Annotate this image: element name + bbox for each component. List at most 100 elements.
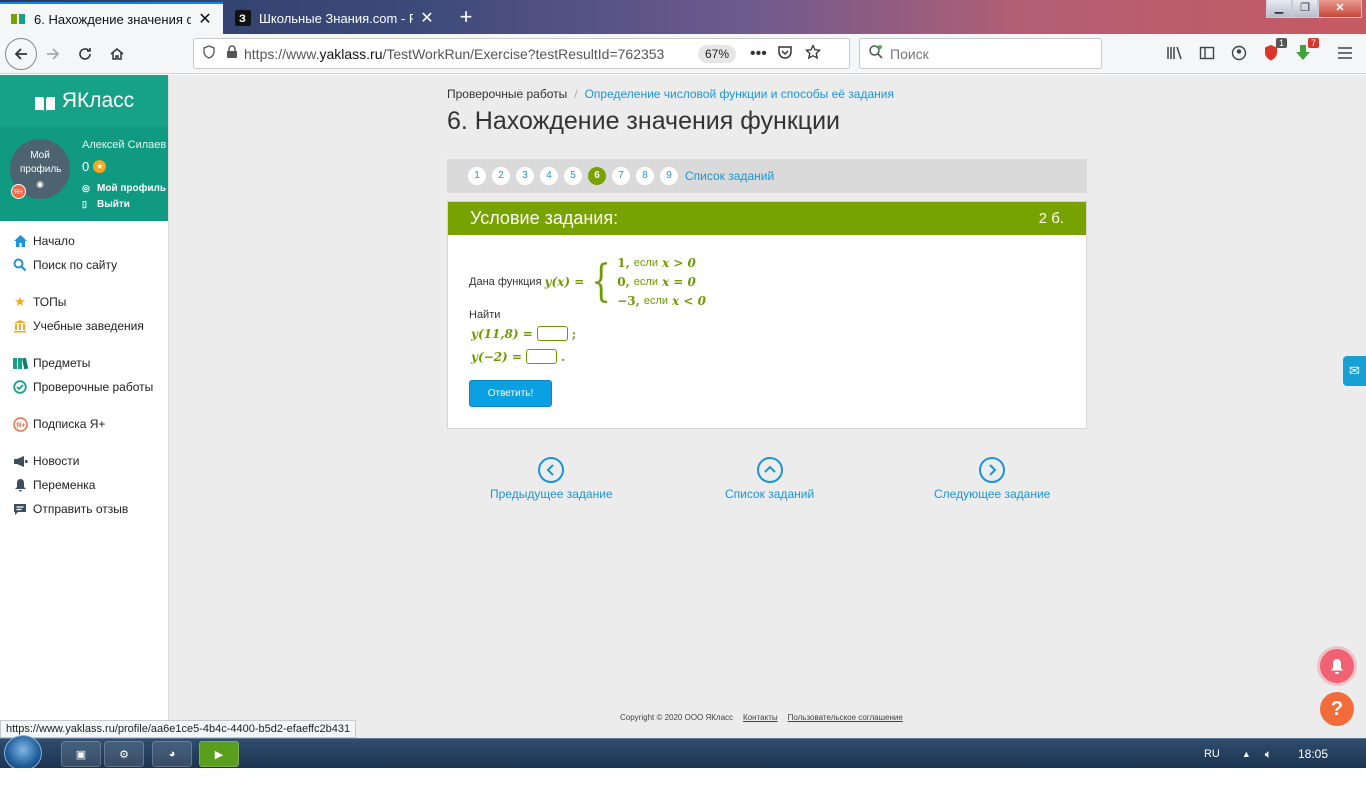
page-number-active[interactable]: 6 bbox=[588, 167, 606, 185]
notification-bell-icon[interactable] bbox=[1320, 649, 1354, 683]
page-number[interactable]: 1 bbox=[468, 167, 486, 185]
home-icon bbox=[12, 233, 28, 249]
logout-link[interactable]: ▯ Выйти bbox=[82, 199, 130, 210]
minimize-icon[interactable]: ▁ bbox=[1266, 0, 1292, 18]
breadcrumb: Проверочные работы / Определение числово… bbox=[447, 87, 1087, 101]
user-points: 0 ★ bbox=[82, 159, 107, 174]
breadcrumb-root[interactable]: Проверочные работы bbox=[447, 87, 567, 101]
tab-yaklass[interactable]: 6. Нахождение значения функ ✕ bbox=[0, 2, 223, 34]
task-pager: 1 2 3 4 5 6 7 8 9 Список заданий bbox=[447, 159, 1087, 193]
lock-icon[interactable] bbox=[226, 45, 238, 62]
task-navigation: Предыдущее задание Список заданий Следую… bbox=[447, 457, 1087, 507]
submit-answer-button[interactable]: Ответить! bbox=[469, 380, 552, 407]
next-task-label: Следующее задание bbox=[934, 487, 1051, 501]
yaplus-mini-badge: Я+ bbox=[11, 184, 26, 199]
more-dots-icon[interactable]: ••• bbox=[750, 45, 767, 63]
help-question-icon[interactable]: ? bbox=[1320, 692, 1354, 726]
chevron-up-icon bbox=[756, 457, 783, 483]
back-arrow-icon[interactable] bbox=[5, 38, 37, 70]
discord-icon[interactable]: ◕ bbox=[152, 741, 192, 767]
question-expression: y(11,8) = bbox=[471, 326, 533, 341]
reload-icon[interactable] bbox=[70, 39, 100, 69]
shield-extension-icon[interactable]: 1 bbox=[1261, 38, 1287, 64]
sidebar-item-tests[interactable]: Проверочные работы bbox=[0, 375, 168, 399]
status-bar-url: https://www.yaklass.ru/profile/aa6e1ce5-… bbox=[0, 720, 357, 738]
home-icon[interactable] bbox=[102, 39, 132, 69]
search-bar[interactable]: Поиск bbox=[859, 38, 1102, 69]
answer-input-1[interactable] bbox=[536, 326, 568, 341]
library-icon[interactable] bbox=[1165, 42, 1185, 64]
shield-info-icon[interactable] bbox=[202, 45, 216, 62]
language-indicator[interactable]: RU bbox=[1204, 748, 1220, 760]
my-profile-label: Мой профиль bbox=[97, 183, 167, 194]
sidebar-item-break[interactable]: Переменка bbox=[0, 473, 168, 497]
maximize-icon[interactable]: ❐ bbox=[1292, 0, 1318, 18]
sidebar-item-subjects[interactable]: Предметы bbox=[0, 351, 168, 375]
sidebar-item-institutions[interactable]: Учебные заведения bbox=[0, 314, 168, 338]
page-number[interactable]: 8 bbox=[636, 167, 654, 185]
windows-start-icon[interactable] bbox=[4, 735, 42, 771]
sidebar-toggle-icon[interactable] bbox=[1197, 42, 1217, 64]
page-number[interactable]: 7 bbox=[612, 167, 630, 185]
hamburger-menu-icon[interactable] bbox=[1335, 42, 1355, 64]
page-number[interactable]: 3 bbox=[516, 167, 534, 185]
task-list-label: Список заданий bbox=[725, 487, 815, 501]
my-profile-link[interactable]: ◎ Мой профиль bbox=[82, 183, 166, 194]
page-number[interactable]: 5 bbox=[564, 167, 582, 185]
sidebar-item-news[interactable]: Новости bbox=[0, 449, 168, 473]
shield-badge: 1 bbox=[1275, 38, 1287, 48]
app-window-icon[interactable]: ▣ bbox=[61, 741, 101, 767]
zoom-indicator[interactable]: 67% bbox=[698, 44, 737, 63]
breadcrumb-current[interactable]: Определение числовой функции и способы е… bbox=[585, 87, 894, 101]
screen-bottom-area bbox=[0, 768, 1366, 800]
answer-row-2: y(−2) = . bbox=[471, 349, 565, 364]
agreement-link[interactable]: Пользовательское соглашение bbox=[788, 713, 903, 722]
next-task-link[interactable]: Следующее задание bbox=[934, 457, 1050, 501]
sidebar-item-search[interactable]: Поиск по сайту bbox=[0, 253, 168, 277]
window-close-icon[interactable]: ✕ bbox=[1318, 0, 1362, 18]
answer-input-2[interactable] bbox=[525, 349, 557, 364]
chevron-right-icon bbox=[979, 457, 1006, 483]
star-icon: ★ bbox=[14, 294, 26, 309]
page-number[interactable]: 9 bbox=[660, 167, 678, 185]
tray-expand-icon[interactable]: ▲ bbox=[1242, 749, 1251, 759]
logout-label: Выйти bbox=[97, 199, 130, 210]
bookmark-star-icon[interactable] bbox=[804, 43, 821, 63]
function-name: y(x) = bbox=[544, 275, 585, 289]
books-icon bbox=[12, 355, 28, 371]
url-bar[interactable]: https://www.yaklass.ru/TestWorkRun/Exerc… bbox=[193, 38, 850, 69]
contacts-link[interactable]: Контакты bbox=[743, 713, 778, 722]
question-end: ; bbox=[571, 326, 577, 341]
mail-icon[interactable]: ✉ bbox=[1343, 356, 1366, 386]
account-icon[interactable] bbox=[1229, 42, 1249, 64]
logo-text: ЯКласс bbox=[61, 89, 135, 112]
sidebar-item-feedback[interactable]: Отправить отзыв bbox=[0, 497, 168, 521]
nvidia-icon[interactable]: ▶ bbox=[199, 741, 239, 767]
pocket-icon[interactable] bbox=[777, 44, 793, 63]
close-icon[interactable]: ✕ bbox=[419, 8, 435, 28]
search-icon bbox=[868, 44, 884, 63]
institution-icon bbox=[12, 318, 28, 334]
close-icon[interactable]: ✕ bbox=[197, 9, 213, 29]
sidebar-item-tops[interactable]: ★ ТОПы bbox=[0, 290, 168, 314]
sidebar-item-subscription[interactable]: Я+ Подписка Я+ bbox=[0, 412, 168, 436]
page-number[interactable]: 2 bbox=[492, 167, 510, 185]
copyright: Copyright © 2020 ООО ЯКласс bbox=[620, 713, 734, 722]
task-list-link[interactable]: Список заданий bbox=[685, 169, 774, 183]
site-logo[interactable]: ЯКласс bbox=[0, 75, 168, 127]
url-text[interactable]: https://www.yaklass.ru/TestWorkRun/Exerc… bbox=[244, 46, 690, 62]
forward-arrow-icon[interactable] bbox=[38, 39, 68, 69]
browser-tab-bar: 6. Нахождение значения функ ✕ З Школьные… bbox=[0, 0, 1366, 34]
user-name[interactable]: Алексей Силаев bbox=[82, 139, 166, 151]
search-icon bbox=[12, 257, 28, 273]
clock[interactable]: 18:05 bbox=[1298, 747, 1328, 761]
download-arrow-icon[interactable]: 7 bbox=[1293, 38, 1319, 64]
new-tab-icon[interactable]: + bbox=[453, 4, 479, 30]
volume-icon[interactable]: 🔈︎ bbox=[1265, 747, 1272, 762]
page-number[interactable]: 4 bbox=[540, 167, 558, 185]
previous-task-link[interactable]: Предыдущее задание bbox=[490, 457, 613, 501]
steam-icon[interactable]: ⚙ bbox=[104, 741, 144, 767]
task-list-nav-link[interactable]: Список заданий bbox=[725, 457, 814, 501]
tab-znanija[interactable]: З Школьные Знания.com - Реш ✕ bbox=[225, 2, 445, 34]
sidebar-item-home[interactable]: Начало bbox=[0, 229, 168, 253]
